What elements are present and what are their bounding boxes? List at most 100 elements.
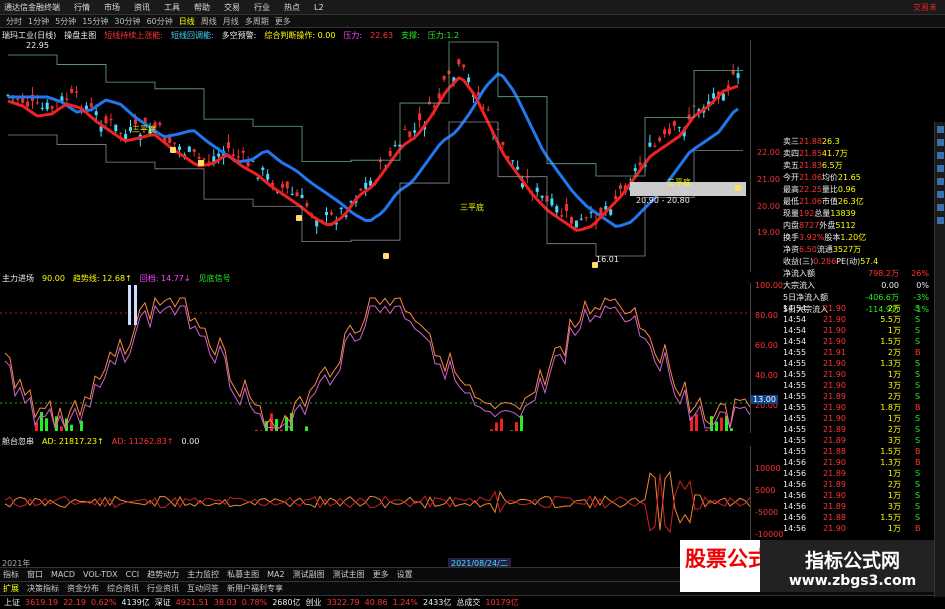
ask-price: 21.88 <box>799 136 822 146</box>
quote-cell: 收益(三) <box>783 256 814 266</box>
menu-item[interactable]: L2 <box>314 3 324 12</box>
netflow-row: 大宗流入 0.00 0% <box>783 279 933 291</box>
indicator-tab[interactable]: 窗口 <box>27 569 43 580</box>
candle-body <box>70 89 74 93</box>
indicator-tab[interactable]: MA2 <box>267 570 284 579</box>
period-tab[interactable]: 更多 <box>275 16 291 27</box>
tick-price: 21.90 <box>823 381 846 390</box>
indicator-tab[interactable]: MACD <box>51 570 75 579</box>
ad-line-2 <box>4 473 750 534</box>
ad-chart[interactable] <box>0 446 750 558</box>
indicator-tab[interactable]: 私募主图 <box>227 569 259 580</box>
index-name[interactable]: 总成交 <box>456 597 480 608</box>
tick-side: S <box>915 513 921 522</box>
info-tab[interactable]: 决策指标 <box>27 583 59 594</box>
period-tab[interactable]: 5分钟 <box>55 16 76 27</box>
info-tab[interactable]: 新用户福利专享 <box>227 583 283 594</box>
indicator-tab[interactable]: 主力监控 <box>187 569 219 580</box>
candle-body <box>325 211 328 216</box>
netflow-label: 大宗流入 <box>783 280 815 290</box>
sidebar-button[interactable] <box>936 152 944 159</box>
candle-body <box>359 188 363 191</box>
info-tab[interactable]: 行业资讯 <box>147 583 179 594</box>
period-tab[interactable]: 1分钟 <box>28 16 49 27</box>
menu-item[interactable]: 工具 <box>164 2 180 13</box>
info-tab[interactable]: 综合资讯 <box>107 583 139 594</box>
info-tab[interactable]: 互动问答 <box>187 583 219 594</box>
menu-item[interactable]: 市场 <box>104 2 120 13</box>
menu-item[interactable]: 行情 <box>74 2 90 13</box>
indicator-tab[interactable]: 趋势动力 <box>147 569 179 580</box>
menu-item[interactable]: 资讯 <box>134 2 150 13</box>
candle-body <box>187 146 191 152</box>
sidebar-button[interactable] <box>936 191 944 198</box>
tick-vol: 2万 <box>887 392 901 401</box>
candle-body <box>388 151 392 156</box>
sidebar-button[interactable] <box>936 217 944 224</box>
candle-body <box>570 216 573 224</box>
menu-item[interactable]: 行业 <box>254 2 270 13</box>
netflow-pct: 26% <box>911 268 929 278</box>
period-tab[interactable]: 15分钟 <box>82 16 108 27</box>
index-name[interactable]: 创业 <box>306 597 322 608</box>
tick-side: S <box>915 502 921 511</box>
tick-row: 14:55 21.90 1.3万 S <box>783 358 933 369</box>
watermark-brand: 指标公式网 www.zbgs3.com <box>760 540 945 592</box>
trade-label[interactable]: 交易未 <box>913 2 937 13</box>
period-tab[interactable]: 月线 <box>223 16 239 27</box>
app-title: 通达信金融终端 <box>4 2 60 12</box>
index-name[interactable]: 上证 <box>4 597 20 608</box>
sidebar-button[interactable] <box>936 126 944 133</box>
sub2-tick: -10000 <box>755 530 784 539</box>
indicator-tab[interactable]: 更多 <box>373 569 389 580</box>
main-force-chart[interactable] <box>0 283 750 433</box>
tick-vol: 3万 <box>887 436 901 445</box>
quote-cell: PE(动) <box>836 256 861 266</box>
period-tab[interactable]: 分时 <box>6 16 22 27</box>
indicator-tab[interactable]: 指标 <box>3 569 19 580</box>
candle-body <box>467 77 471 82</box>
quote-cell: 6.50 <box>799 244 817 254</box>
indicator-tab[interactable]: 测试主图 <box>333 569 365 580</box>
candle-body <box>555 206 559 213</box>
ask-price: 21.85 <box>799 148 822 158</box>
tick-price: 21.90 <box>823 370 846 379</box>
period-tab[interactable]: 30分钟 <box>114 16 140 27</box>
index-name[interactable]: 深证 <box>155 597 171 608</box>
sidebar-button[interactable] <box>936 139 944 146</box>
candle-body <box>202 158 206 160</box>
sidebar-button[interactable] <box>936 165 944 172</box>
tick-price: 21.91 <box>823 348 846 357</box>
candle-body <box>535 187 539 192</box>
period-tab[interactable]: 周线 <box>201 16 217 27</box>
candle-body <box>418 113 422 121</box>
info-tab[interactable]: 资金分布 <box>67 583 99 594</box>
candle-body <box>173 142 177 144</box>
info-tab[interactable]: 扩展 <box>3 583 19 594</box>
period-tab[interactable]: 60分钟 <box>147 16 173 27</box>
candle-body <box>133 119 137 125</box>
indicator-tab[interactable]: CCI <box>126 570 140 579</box>
tick-side: S <box>915 425 921 434</box>
candle-body <box>462 64 466 68</box>
sidebar-button[interactable] <box>936 178 944 185</box>
tick-time: 14:55 <box>783 447 807 456</box>
candle-body <box>437 93 441 99</box>
menu-item[interactable]: 帮助 <box>194 2 210 13</box>
quote-cell: 总量 <box>814 208 831 218</box>
quote-cell: 市值 <box>821 196 838 206</box>
candlestick-chart[interactable]: 20.90 - 20.80三平底三平底三平底22.9516.01 <box>0 40 750 272</box>
tick-time: 14:55 <box>783 392 807 401</box>
ask-label: 卖五 <box>783 160 799 170</box>
index-pct: 0.62% <box>91 598 117 607</box>
period-tab[interactable]: 多周期 <box>245 16 269 27</box>
ask-label: 卖四 <box>783 148 799 158</box>
menu-item[interactable]: 热点 <box>284 2 300 13</box>
sidebar-button[interactable] <box>936 204 944 211</box>
indicator-tab[interactable]: 设置 <box>397 569 413 580</box>
tick-price: 21.89 <box>823 469 846 478</box>
indicator-tab[interactable]: VOL-TDX <box>83 570 118 579</box>
period-tab[interactable]: 日线 <box>179 16 195 27</box>
indicator-tab[interactable]: 测试副图 <box>293 569 325 580</box>
menu-item[interactable]: 交易 <box>224 2 240 13</box>
